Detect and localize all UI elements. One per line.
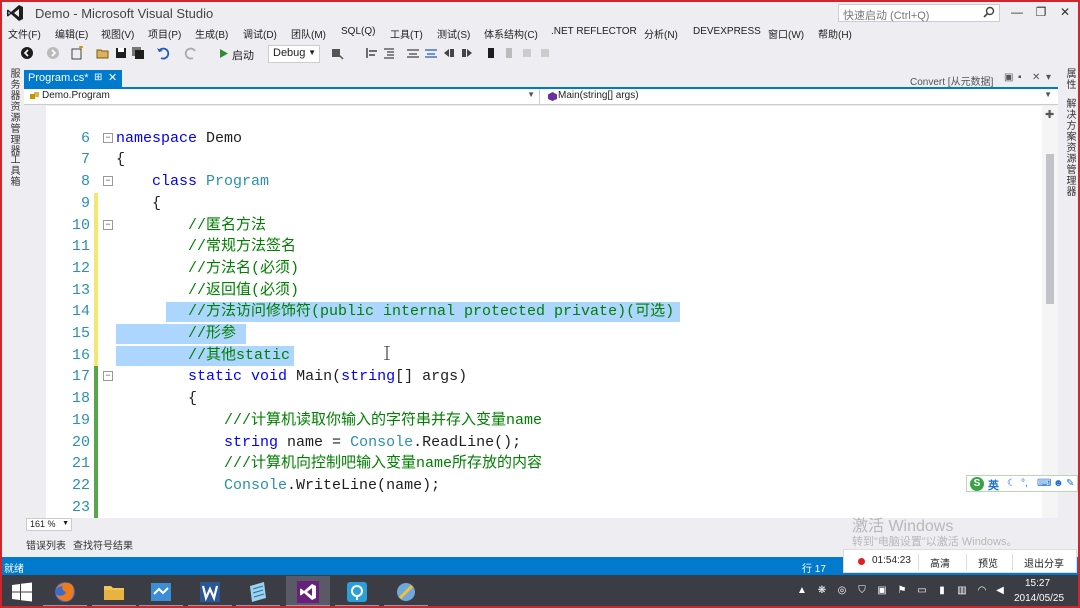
capture-frame xyxy=(0,0,1080,608)
